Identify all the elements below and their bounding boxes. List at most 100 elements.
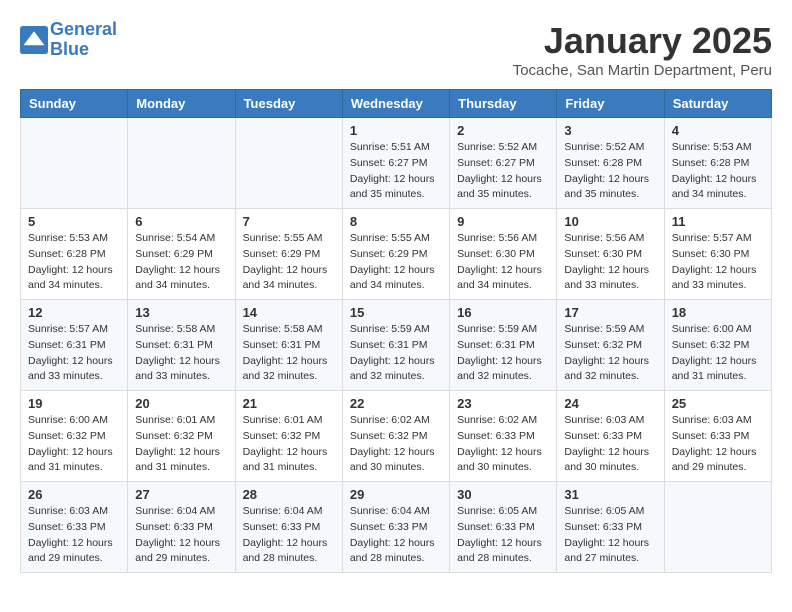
calendar-cell: 15Sunrise: 5:59 AMSunset: 6:31 PMDayligh… (342, 300, 449, 391)
weekday-header-friday: Friday (557, 90, 664, 118)
day-number: 7 (243, 214, 335, 229)
day-number: 21 (243, 396, 335, 411)
day-number: 1 (350, 123, 442, 138)
day-info: Sunrise: 5:56 AMSunset: 6:30 PMDaylight:… (457, 231, 549, 294)
calendar-cell: 25Sunrise: 6:03 AMSunset: 6:33 PMDayligh… (664, 391, 771, 482)
day-info: Sunrise: 5:52 AMSunset: 6:28 PMDaylight:… (564, 140, 656, 203)
month-title: January 2025 (513, 20, 772, 62)
day-number: 22 (350, 396, 442, 411)
day-number: 15 (350, 305, 442, 320)
calendar-cell: 24 Sunrise: 6:03 AMSunset: 6:33 PMDayligh… (557, 391, 664, 482)
day-info: Sunrise: 6:01 AMSunset: 6:32 PMDaylight:… (135, 413, 227, 476)
calendar-cell: 9 Sunrise: 5:56 AMSunset: 6:30 PMDaylight… (450, 209, 557, 300)
day-number: 5 (28, 214, 120, 229)
calendar-cell: 31 Sunrise: 6:05 AMSunset: 6:33 PMDayligh… (557, 482, 664, 573)
day-number: 30 (457, 487, 549, 502)
weekday-header-saturday: Saturday (664, 90, 771, 118)
logo-text: General (50, 20, 117, 40)
calendar-cell: 10 Sunrise: 5:56 AMSunset: 6:30 PMDayligh… (557, 209, 664, 300)
calendar-cell: 20 Sunrise: 6:01 AMSunset: 6:32 PMDayligh… (128, 391, 235, 482)
day-number: 19 (28, 396, 120, 411)
calendar-cell: 11Sunrise: 5:57 AMSunset: 6:30 PMDayligh… (664, 209, 771, 300)
week-row-5: 26Sunrise: 6:03 AMSunset: 6:33 PMDayligh… (21, 482, 772, 573)
weekday-header-row: SundayMondayTuesdayWednesdayThursdayFrid… (21, 90, 772, 118)
day-number: 12 (28, 305, 120, 320)
calendar: SundayMondayTuesdayWednesdayThursdayFrid… (20, 89, 772, 573)
day-number: 13 (135, 305, 227, 320)
week-row-3: 12 Sunrise: 5:57 AMSunset: 6:31 PMDayligh… (21, 300, 772, 391)
day-info: Sunrise: 6:05 AMSunset: 6:33 PMDaylight:… (564, 504, 656, 567)
day-number: 23 (457, 396, 549, 411)
calendar-cell: 19 Sunrise: 6:00 AMSunset: 6:32 PMDayligh… (21, 391, 128, 482)
calendar-cell: 23Sunrise: 6:02 AMSunset: 6:33 PMDayligh… (450, 391, 557, 482)
calendar-cell: 29 Sunrise: 6:04 AMSunset: 6:33 PMDayligh… (342, 482, 449, 573)
calendar-cell: 7 Sunrise: 5:55 AMSunset: 6:29 PMDaylight… (235, 209, 342, 300)
logo: General Blue (20, 20, 117, 60)
week-row-2: 5 Sunrise: 5:53 AMSunset: 6:28 PMDaylight… (21, 209, 772, 300)
day-info: Sunrise: 5:59 AMSunset: 6:31 PMDaylight:… (457, 322, 549, 385)
weekday-header-wednesday: Wednesday (342, 90, 449, 118)
day-info: Sunrise: 5:53 AMSunset: 6:28 PMDaylight:… (672, 140, 764, 203)
week-row-1: 1 Sunrise: 5:51 AMSunset: 6:27 PMDaylight… (21, 118, 772, 209)
weekday-header-tuesday: Tuesday (235, 90, 342, 118)
day-info: Sunrise: 5:51 AMSunset: 6:27 PMDaylight:… (350, 140, 442, 203)
location: Tocache, San Martin Department, Peru (513, 62, 772, 79)
day-number: 26 (28, 487, 120, 502)
day-number: 9 (457, 214, 549, 229)
day-info: Sunrise: 5:58 AMSunset: 6:31 PMDaylight:… (135, 322, 227, 385)
calendar-cell: 17 Sunrise: 5:59 AMSunset: 6:32 PMDayligh… (557, 300, 664, 391)
day-number: 11 (672, 214, 764, 229)
day-number: 24 (564, 396, 656, 411)
logo-icon (20, 26, 48, 54)
day-info: Sunrise: 5:53 AMSunset: 6:28 PMDaylight:… (28, 231, 120, 294)
day-info: Sunrise: 6:02 AMSunset: 6:32 PMDaylight:… (350, 413, 442, 476)
day-number: 3 (564, 123, 656, 138)
day-info: Sunrise: 5:59 AMSunset: 6:32 PMDaylight:… (564, 322, 656, 385)
calendar-cell: 6 Sunrise: 5:54 AMSunset: 6:29 PMDaylight… (128, 209, 235, 300)
day-info: Sunrise: 5:58 AMSunset: 6:31 PMDaylight:… (243, 322, 335, 385)
day-info: Sunrise: 6:04 AMSunset: 6:33 PMDaylight:… (350, 504, 442, 567)
day-info: Sunrise: 5:52 AMSunset: 6:27 PMDaylight:… (457, 140, 549, 203)
title-block: January 2025 Tocache, San Martin Departm… (513, 20, 772, 79)
day-info: Sunrise: 5:55 AMSunset: 6:29 PMDaylight:… (350, 231, 442, 294)
calendar-cell (128, 118, 235, 209)
day-info: Sunrise: 5:57 AMSunset: 6:31 PMDaylight:… (28, 322, 120, 385)
day-info: Sunrise: 6:03 AMSunset: 6:33 PMDaylight:… (564, 413, 656, 476)
calendar-cell: 2 Sunrise: 5:52 AMSunset: 6:27 PMDaylight… (450, 118, 557, 209)
day-info: Sunrise: 5:54 AMSunset: 6:29 PMDaylight:… (135, 231, 227, 294)
day-number: 28 (243, 487, 335, 502)
day-number: 29 (350, 487, 442, 502)
day-number: 25 (672, 396, 764, 411)
day-info: Sunrise: 5:55 AMSunset: 6:29 PMDaylight:… (243, 231, 335, 294)
day-info: Sunrise: 6:00 AMSunset: 6:32 PMDaylight:… (672, 322, 764, 385)
calendar-cell: 4 Sunrise: 5:53 AMSunset: 6:28 PMDaylight… (664, 118, 771, 209)
calendar-cell: 30Sunrise: 6:05 AMSunset: 6:33 PMDayligh… (450, 482, 557, 573)
day-number: 4 (672, 123, 764, 138)
day-number: 8 (350, 214, 442, 229)
day-number: 6 (135, 214, 227, 229)
day-number: 10 (564, 214, 656, 229)
calendar-cell: 22 Sunrise: 6:02 AMSunset: 6:32 PMDayligh… (342, 391, 449, 482)
calendar-cell: 8 Sunrise: 5:55 AMSunset: 6:29 PMDaylight… (342, 209, 449, 300)
day-number: 18 (672, 305, 764, 320)
calendar-cell: 18 Sunrise: 6:00 AMSunset: 6:32 PMDayligh… (664, 300, 771, 391)
weekday-header-sunday: Sunday (21, 90, 128, 118)
calendar-cell (21, 118, 128, 209)
calendar-cell: 1 Sunrise: 5:51 AMSunset: 6:27 PMDaylight… (342, 118, 449, 209)
page-header: General Blue January 2025 Tocache, San M… (20, 20, 772, 79)
calendar-cell (235, 118, 342, 209)
day-info: Sunrise: 5:56 AMSunset: 6:30 PMDaylight:… (564, 231, 656, 294)
calendar-cell: 21 Sunrise: 6:01 AMSunset: 6:32 PMDayligh… (235, 391, 342, 482)
calendar-cell: 13 Sunrise: 5:58 AMSunset: 6:31 PMDayligh… (128, 300, 235, 391)
day-info: Sunrise: 6:00 AMSunset: 6:32 PMDaylight:… (28, 413, 120, 476)
calendar-cell: 3 Sunrise: 5:52 AMSunset: 6:28 PMDaylight… (557, 118, 664, 209)
day-number: 2 (457, 123, 549, 138)
day-number: 31 (564, 487, 656, 502)
day-number: 20 (135, 396, 227, 411)
day-info: Sunrise: 6:01 AMSunset: 6:32 PMDaylight:… (243, 413, 335, 476)
week-row-4: 19 Sunrise: 6:00 AMSunset: 6:32 PMDayligh… (21, 391, 772, 482)
calendar-cell: 5 Sunrise: 5:53 AMSunset: 6:28 PMDaylight… (21, 209, 128, 300)
calendar-cell: 26Sunrise: 6:03 AMSunset: 6:33 PMDayligh… (21, 482, 128, 573)
day-number: 17 (564, 305, 656, 320)
day-number: 27 (135, 487, 227, 502)
